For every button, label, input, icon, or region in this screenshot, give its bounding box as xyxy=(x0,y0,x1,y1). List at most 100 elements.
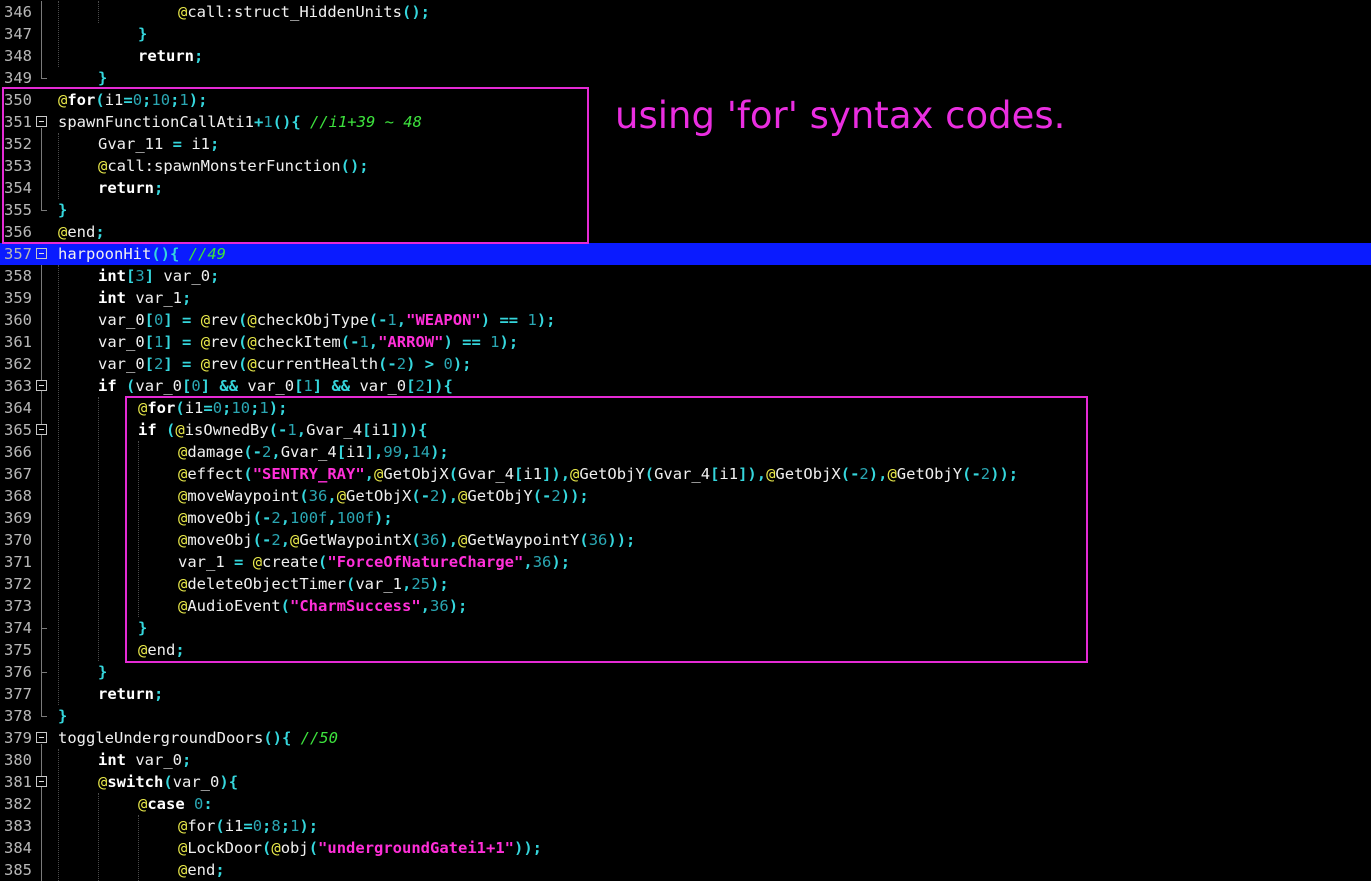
code-token: (){ xyxy=(263,729,301,747)
code-text: var_0[2] = @rev(@currentHealth(-2) > 0); xyxy=(98,353,472,375)
code-token: @ xyxy=(138,795,148,813)
code-token: [ xyxy=(144,355,155,373)
line-number: 370 xyxy=(4,531,32,549)
code-token: = xyxy=(182,333,192,351)
code-token: var_0 xyxy=(135,377,183,395)
code-line[interactable]: 360 var_0[0] = @rev(@checkObjType(-1,"WEA… xyxy=(0,309,1371,331)
code-text: int var_1; xyxy=(98,287,191,309)
code-line[interactable]: 376} xyxy=(0,661,1371,683)
line-number: 378 xyxy=(4,707,32,725)
code-line[interactable]: 358 int[3] var_0; xyxy=(0,265,1371,287)
line-number: 360 xyxy=(4,311,32,329)
code-token: var_0 xyxy=(238,377,295,395)
annotation-text: using 'for' syntax codes. xyxy=(615,94,1066,137)
code-line[interactable]: 381 @switch(var_0){ xyxy=(0,771,1371,793)
code-text: @LockDoor(@obj("undergroundGatei1+1")); xyxy=(178,837,542,859)
code-token: 1 xyxy=(387,311,397,329)
code-line[interactable]: 383 @for(i1=0;8;1); xyxy=(0,815,1371,837)
code-token: ] xyxy=(144,267,155,285)
code-token: @ xyxy=(247,311,257,329)
line-number: 376 xyxy=(4,663,32,681)
code-token: 0 xyxy=(194,795,204,813)
line-number: 368 xyxy=(4,487,32,505)
code-line[interactable]: 349} xyxy=(0,67,1371,89)
code-token: ( xyxy=(126,377,136,395)
code-token: @ xyxy=(178,3,188,21)
code-token: ( xyxy=(308,839,319,857)
code-token: case xyxy=(147,795,185,813)
code-token: var_1 xyxy=(126,289,182,307)
code-token: ; xyxy=(262,817,272,835)
code-token: ) xyxy=(443,333,453,351)
code-token: [ xyxy=(126,267,136,285)
fold-toggle-icon[interactable] xyxy=(36,732,47,743)
line-number: 359 xyxy=(4,289,32,307)
code-line[interactable]: 380 int var_0; xyxy=(0,749,1371,771)
code-line[interactable]: 346 @call:struct_HiddenUnits(); xyxy=(0,1,1371,23)
code-token: 1 xyxy=(359,333,369,351)
code-line[interactable]: 347} xyxy=(0,23,1371,45)
code-comment: //49 xyxy=(188,245,226,263)
code-line[interactable]: 348 return; xyxy=(0,45,1371,67)
code-token: (); xyxy=(401,3,430,21)
code-token: ; xyxy=(280,817,291,835)
fold-toggle-icon[interactable] xyxy=(36,380,47,391)
code-token: ); xyxy=(499,333,519,351)
code-token: ( xyxy=(163,773,173,791)
code-text: return; xyxy=(98,683,163,705)
fold-toggle-icon[interactable] xyxy=(36,776,47,787)
line-number: 380 xyxy=(4,751,32,769)
code-line[interactable]: 384 @LockDoor(@obj("undergroundGatei1+1")… xyxy=(0,837,1371,859)
code-text: } xyxy=(98,67,107,89)
code-token: (- xyxy=(340,333,360,351)
code-token: } xyxy=(98,663,108,681)
code-token: var_0 xyxy=(350,377,407,395)
code-token: ; xyxy=(210,267,220,285)
code-line[interactable]: 362 var_0[2] = @rev(@currentHealth(-2) > … xyxy=(0,353,1371,375)
line-number: 357 xyxy=(4,245,32,263)
line-number: 381 xyxy=(4,773,32,791)
code-line[interactable]: 378} xyxy=(0,705,1371,727)
code-token: ] xyxy=(163,311,173,329)
code-token: call:struct_HiddenUnits xyxy=(187,3,402,21)
code-token: rev xyxy=(210,311,239,329)
code-token: 1 xyxy=(527,311,537,329)
code-token: @ xyxy=(178,861,188,879)
code-text: toggleUndergroundDoors(){ //50 xyxy=(58,727,338,749)
code-token: ] xyxy=(312,377,323,395)
code-token: ; xyxy=(182,289,192,307)
code-token: 0 xyxy=(443,355,453,373)
code-token: obj xyxy=(280,839,309,857)
code-token: @ xyxy=(178,817,188,835)
code-line[interactable]: 361 var_0[1] = @rev(@checkItem(-1,"ARROW"… xyxy=(0,331,1371,353)
code-token: , xyxy=(368,333,379,351)
code-token: 2 xyxy=(154,355,164,373)
code-token: )); xyxy=(514,839,542,857)
line-number: 349 xyxy=(4,69,32,87)
code-line-current[interactable]: 357 harpoonHit(){ //49 xyxy=(0,243,1371,265)
code-token: currentHealth xyxy=(256,355,379,373)
code-line[interactable]: 382 @case 0: xyxy=(0,793,1371,815)
code-line[interactable]: 359 int var_1; xyxy=(0,287,1371,309)
fold-toggle-icon[interactable] xyxy=(36,248,47,259)
code-token: ; xyxy=(182,751,192,769)
code-line[interactable]: 379 toggleUndergroundDoors(){ //50 xyxy=(0,727,1371,749)
code-line[interactable]: 363 if (var_0[0] && var_0[1] && var_0[2])… xyxy=(0,375,1371,397)
code-token: ] xyxy=(163,355,173,373)
code-token: @ xyxy=(200,311,211,329)
code-text: @call:struct_HiddenUnits(); xyxy=(178,1,430,23)
fold-toggle-icon[interactable] xyxy=(36,424,47,435)
code-token: ); xyxy=(299,817,319,835)
code-line[interactable]: 377 return; xyxy=(0,683,1371,705)
code-token: int xyxy=(98,267,126,285)
code-token: @ xyxy=(247,333,257,351)
code-token: @ xyxy=(271,839,281,857)
code-token: 0 xyxy=(191,377,201,395)
